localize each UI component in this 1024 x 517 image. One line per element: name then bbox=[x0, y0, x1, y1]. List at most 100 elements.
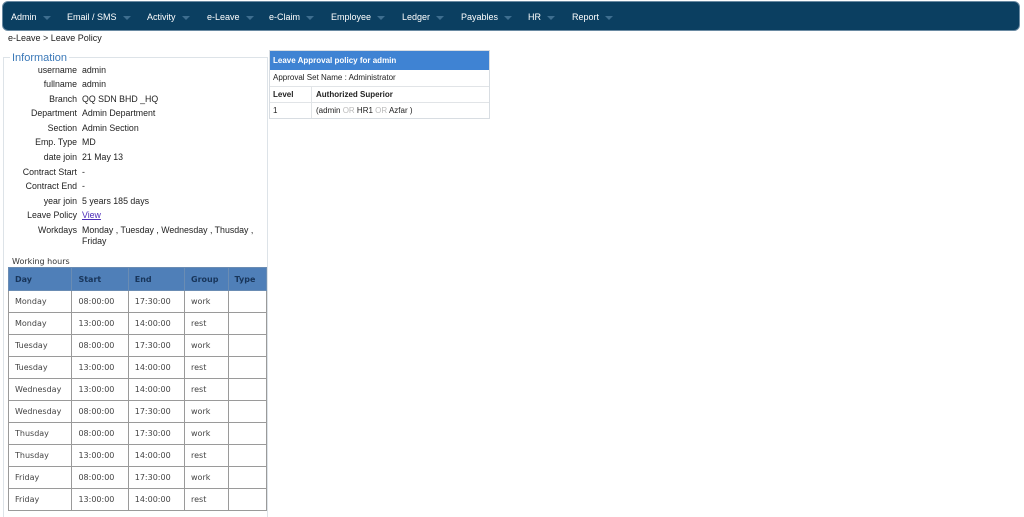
view-leave-policy-link[interactable]: View bbox=[82, 210, 101, 220]
cell-type bbox=[227, 290, 268, 313]
cell-start: 08:00:00 bbox=[71, 466, 129, 489]
approval-row: 1 (admin OR HR1 OR Azfar ) bbox=[270, 103, 489, 118]
leave-approval-panel: Leave Approval policy for admin Approval… bbox=[269, 50, 490, 119]
cell-group: work bbox=[184, 422, 229, 445]
cell-group: rest bbox=[184, 444, 229, 467]
info-label: Branch bbox=[49, 94, 77, 104]
cell-type bbox=[227, 422, 268, 445]
table-row: Thusday 13:00:00 14:00:00 rest bbox=[7, 444, 268, 467]
table-row: Wednesday 08:00:00 17:30:00 work bbox=[7, 400, 268, 423]
superior-1: (admin bbox=[316, 106, 341, 115]
cell-start: 08:00:00 bbox=[71, 290, 129, 313]
cell-start: 13:00:00 bbox=[71, 488, 129, 511]
info-value: Admin Department bbox=[82, 108, 156, 118]
cell-day: Monday bbox=[7, 312, 73, 335]
nav-payables[interactable]: Payables bbox=[461, 12, 513, 22]
nav-ledger[interactable]: Ledger bbox=[402, 12, 445, 22]
col-start: Start bbox=[71, 267, 129, 291]
cell-start: 13:00:00 bbox=[71, 444, 129, 467]
approval-set-name: Approval Set Name : Administrator bbox=[270, 70, 489, 87]
chevron-down-icon bbox=[436, 15, 445, 20]
chevron-down-icon bbox=[306, 15, 315, 20]
info-value: 5 years 185 days bbox=[82, 196, 149, 206]
cell-end: 14:00:00 bbox=[127, 312, 186, 335]
nav-report[interactable]: Report bbox=[572, 12, 614, 22]
cell-group: work bbox=[184, 466, 229, 489]
info-label: Workdays bbox=[38, 225, 77, 235]
cell-end: 14:00:00 bbox=[127, 488, 186, 511]
approval-header-row: Level Authorized Superior bbox=[270, 87, 489, 103]
superior-2: HR1 bbox=[356, 106, 373, 115]
table-row: Thusday 08:00:00 17:30:00 work bbox=[7, 422, 268, 445]
cell-end: 17:30:00 bbox=[127, 422, 186, 445]
table-row: Tuesday 13:00:00 14:00:00 rest bbox=[7, 356, 268, 379]
nav-report-label: Report bbox=[572, 12, 600, 22]
cell-end: 17:30:00 bbox=[127, 290, 186, 313]
col-group: Group bbox=[184, 267, 229, 291]
or-separator: OR bbox=[342, 106, 355, 115]
cell-end: 17:30:00 bbox=[127, 466, 186, 489]
nav-e-leave-label: e-Leave bbox=[207, 12, 240, 22]
info-label: Section bbox=[47, 123, 77, 133]
chevron-down-icon bbox=[377, 15, 386, 20]
nav-e-claim-label: e-Claim bbox=[269, 12, 301, 22]
nav-hr[interactable]: HR bbox=[528, 12, 555, 22]
cell-day: Wednesday bbox=[7, 400, 73, 423]
chevron-down-icon bbox=[181, 15, 190, 20]
nav-payables-label: Payables bbox=[461, 12, 499, 22]
table-row: Monday 13:00:00 14:00:00 rest bbox=[7, 312, 268, 335]
nav-activity[interactable]: Activity bbox=[147, 12, 190, 22]
superior-3: Azfar ) bbox=[388, 106, 413, 115]
info-value: 21 May 13 bbox=[82, 152, 124, 162]
approval-title: Leave Approval policy for admin bbox=[270, 51, 489, 70]
nav-admin[interactable]: Admin bbox=[11, 12, 51, 22]
cell-group: work bbox=[184, 334, 229, 357]
nav-employee-label: Employee bbox=[331, 12, 372, 22]
cell-type bbox=[227, 378, 268, 401]
cell-end: 17:30:00 bbox=[127, 400, 186, 423]
nav-e-leave[interactable]: e-Leave bbox=[207, 12, 254, 22]
cell-end: 14:00:00 bbox=[127, 378, 186, 401]
cell-group: work bbox=[184, 400, 229, 423]
cell-start: 13:00:00 bbox=[71, 312, 129, 335]
table-row: Friday 08:00:00 17:30:00 work bbox=[7, 466, 268, 489]
cell-day: Tuesday bbox=[7, 356, 73, 379]
cell-group: rest bbox=[184, 378, 229, 401]
table-row: Friday 13:00:00 14:00:00 rest bbox=[7, 488, 268, 511]
cell-day: Friday bbox=[7, 466, 73, 489]
cell-group: rest bbox=[184, 356, 229, 379]
info-value: admin bbox=[82, 65, 106, 75]
info-label: Emp. Type bbox=[35, 137, 77, 147]
cell-start: 08:00:00 bbox=[71, 334, 129, 357]
nav-email-sms-label: Email / SMS bbox=[67, 12, 117, 22]
nav-e-claim[interactable]: e-Claim bbox=[269, 12, 315, 22]
table-row: Tuesday 08:00:00 17:30:00 work bbox=[7, 334, 268, 357]
cell-start: 13:00:00 bbox=[71, 356, 129, 379]
info-value: MD bbox=[82, 137, 96, 147]
col-end: End bbox=[127, 267, 186, 291]
cell-type bbox=[227, 466, 268, 489]
cell-day: Thusday bbox=[7, 444, 73, 467]
nav-activity-label: Activity bbox=[147, 12, 176, 22]
nav-ledger-label: Ledger bbox=[402, 12, 431, 22]
info-value: - bbox=[82, 167, 85, 177]
nav-employee[interactable]: Employee bbox=[331, 12, 386, 22]
nav-email-sms[interactable]: Email / SMS bbox=[67, 12, 131, 22]
breadcrumb: e-Leave > Leave Policy bbox=[8, 33, 102, 43]
cell-start: 13:00:00 bbox=[71, 378, 129, 401]
table-row: Monday 08:00:00 17:30:00 work bbox=[7, 290, 268, 313]
cell-type bbox=[227, 334, 268, 357]
col-level: Level bbox=[270, 87, 312, 102]
info-label: Contract Start bbox=[22, 167, 77, 177]
main-navbar: Admin Email / SMS Activity e-Leave e-Cla… bbox=[2, 1, 1020, 31]
cell-day: Thusday bbox=[7, 422, 73, 445]
info-label: Leave Policy bbox=[27, 210, 77, 220]
info-label: fullname bbox=[43, 79, 77, 89]
working-hours-table: Day Start End Group Type Monday 08:00:00 1… bbox=[7, 267, 268, 511]
info-label: Department bbox=[31, 108, 77, 118]
cell-end: 14:00:00 bbox=[127, 356, 186, 379]
cell-group: work bbox=[184, 290, 229, 313]
info-value: Admin Section bbox=[82, 123, 139, 133]
cell-day: Tuesday bbox=[7, 334, 73, 357]
cell-type bbox=[227, 312, 268, 335]
